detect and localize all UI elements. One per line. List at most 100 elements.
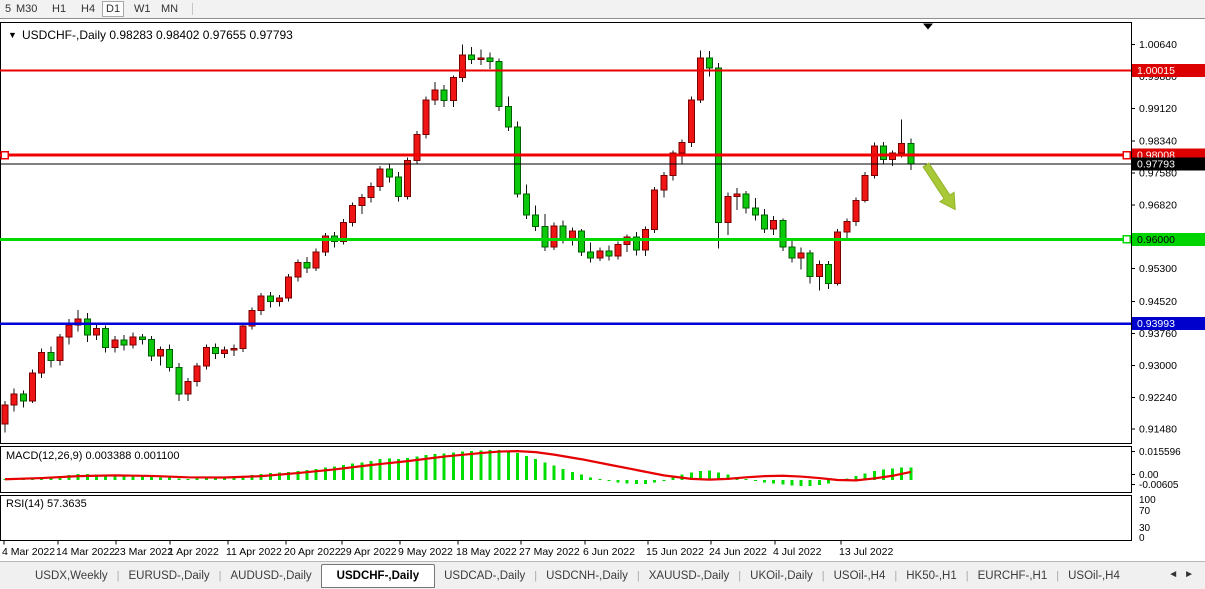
symbol-tab-xauusd-daily-6[interactable]: XAUUSD-,Daily — [640, 566, 739, 586]
macd-histogram-bar — [790, 480, 793, 485]
symbol-tab-hk50-h1-9[interactable]: HK50-,H1 — [897, 566, 966, 586]
timeframe-button-h4[interactable]: H4 — [78, 2, 98, 16]
candle-body — [176, 367, 182, 393]
candle-body — [203, 348, 209, 366]
candle-body — [743, 194, 749, 208]
symbol-tab-usdx-weekly-0[interactable]: USDX,Weekly — [26, 566, 117, 586]
symbol-tab-audusd-daily-2[interactable]: AUDUSD-,Daily — [222, 566, 321, 586]
date-axis-label: 4 Mar 2022 — [2, 546, 55, 558]
candle-body — [20, 394, 26, 401]
candle-body — [130, 337, 136, 345]
candle-body — [652, 190, 658, 229]
price-axis-label: 0.92240 — [1139, 392, 1177, 404]
macd-histogram-bar — [772, 480, 775, 483]
candle-body — [560, 226, 566, 239]
tabbar-scroll-right-icon[interactable]: ► — [1184, 569, 1200, 580]
candle-body — [240, 326, 246, 349]
symbol-tab-ukoil-daily-7[interactable]: UKOil-,Daily — [741, 566, 822, 586]
macd-histogram-bar — [644, 480, 647, 484]
candle-body — [258, 296, 264, 311]
macd-histogram-bar — [580, 475, 583, 480]
candle-body — [423, 100, 429, 134]
date-axis-label: 13 Jul 2022 — [839, 546, 893, 558]
macd-histogram-bar — [635, 480, 638, 484]
symbol-tab-eurchf-h1-10[interactable]: EURCHF-,H1 — [969, 566, 1057, 586]
symbol-tab-usoil-h4-8[interactable]: USOil-,H4 — [825, 566, 895, 586]
candle-body — [2, 405, 8, 424]
macd-histogram-bar — [754, 480, 757, 481]
price-axis-label: 0.94520 — [1139, 296, 1177, 308]
candle-body — [121, 340, 127, 345]
macd-histogram-bar — [370, 461, 373, 480]
candle-body — [862, 175, 868, 200]
macd-histogram-bar — [562, 469, 565, 480]
timeframe-button-m30[interactable]: M30 — [13, 2, 40, 16]
macd-histogram-bar — [553, 466, 556, 480]
price-axis-label: 0.99120 — [1139, 103, 1177, 115]
candle-body — [578, 231, 584, 252]
triangle-down-icon[interactable]: ▼ — [8, 30, 17, 40]
symbol-tab-usoil-h4-11[interactable]: USOil-,H4 — [1059, 566, 1129, 586]
date-axis-label: 11 Apr 2022 — [226, 546, 282, 558]
line-anchor-marker[interactable] — [1123, 236, 1130, 243]
candle-body — [139, 337, 145, 340]
timeframe-button-mn[interactable]: MN — [158, 2, 181, 16]
candle-body — [524, 194, 530, 215]
macd-label: MACD(12,26,9) 0.003388 0.001100 — [6, 450, 179, 462]
macd-histogram-bar — [132, 476, 135, 480]
macd-histogram-bar — [781, 480, 784, 485]
candle-body — [688, 100, 694, 143]
tabbar-scroll-left-icon[interactable]: ◄ — [1168, 569, 1184, 580]
macd-histogram-bar — [607, 480, 610, 481]
candle-body — [359, 197, 365, 205]
candle-body — [277, 298, 283, 301]
candle-body — [505, 107, 511, 127]
date-axis-label: 23 Mar 2022 — [114, 546, 173, 558]
candle-body — [94, 328, 100, 335]
candle-body — [615, 244, 621, 256]
chart-canvas[interactable]: 1.006400.998800.991200.983400.975800.968… — [0, 19, 1205, 561]
macd-histogram-bar — [653, 480, 656, 482]
candle-body — [761, 215, 767, 229]
candle-body — [450, 78, 456, 101]
macd-histogram-bar — [809, 480, 812, 486]
candle-body — [807, 253, 813, 277]
candle-body — [267, 296, 273, 301]
line-anchor-marker[interactable] — [1, 152, 8, 159]
date-axis-label: 6 Jun 2022 — [583, 546, 635, 558]
rsi-label: RSI(14) 57.3635 — [6, 498, 87, 510]
candle-body — [167, 349, 173, 367]
date-axis-label: 15 Jun 2022 — [646, 546, 704, 558]
symbol-tab-usdchf-daily-3[interactable]: USDCHF-,Daily — [321, 564, 435, 588]
candle-body — [707, 58, 713, 68]
macd-histogram-bar — [379, 459, 382, 480]
price-axis-label: 0.95300 — [1139, 263, 1177, 275]
candle-body — [798, 253, 804, 258]
candle-body — [295, 262, 301, 277]
line-anchor-marker[interactable] — [1123, 152, 1130, 159]
macd-histogram-bar — [745, 479, 748, 480]
candle-body — [103, 328, 109, 347]
timeframe-button-w1[interactable]: W1 — [131, 2, 154, 16]
macd-histogram-bar — [763, 480, 766, 482]
tabbar-scroll-arrows[interactable]: ◄► — [1168, 569, 1200, 580]
macd-histogram-bar — [525, 456, 528, 480]
symbol-tab-eurusd-daily-1[interactable]: EURUSD-,Daily — [120, 566, 219, 586]
macd-histogram-bar — [516, 453, 519, 480]
candle-body — [194, 366, 200, 381]
timeframe-button-h1[interactable]: H1 — [49, 2, 69, 16]
symbol-tab-usdcnh-daily-5[interactable]: USDCNH-,Daily — [537, 566, 637, 586]
terminal-window: 5M30H1H4D1W1MN 1.006400.998800.991200.98… — [0, 0, 1205, 589]
candle-body — [496, 61, 502, 106]
date-axis-label: 4 Jul 2022 — [773, 546, 822, 558]
macd-histogram-bar — [571, 472, 574, 480]
date-axis-label: 29 Apr 2022 — [340, 546, 397, 558]
candle-body — [734, 194, 740, 197]
candle-body — [350, 206, 356, 223]
date-axis-label: 14 Mar 2022 — [56, 546, 115, 558]
macd-histogram-bar — [122, 476, 125, 480]
candle-body — [789, 247, 795, 258]
timeframe-button-d1[interactable]: D1 — [102, 1, 124, 17]
symbol-tab-usdcad-daily-4[interactable]: USDCAD-,Daily — [435, 566, 534, 586]
date-axis-label: 18 May 2022 — [456, 546, 517, 558]
